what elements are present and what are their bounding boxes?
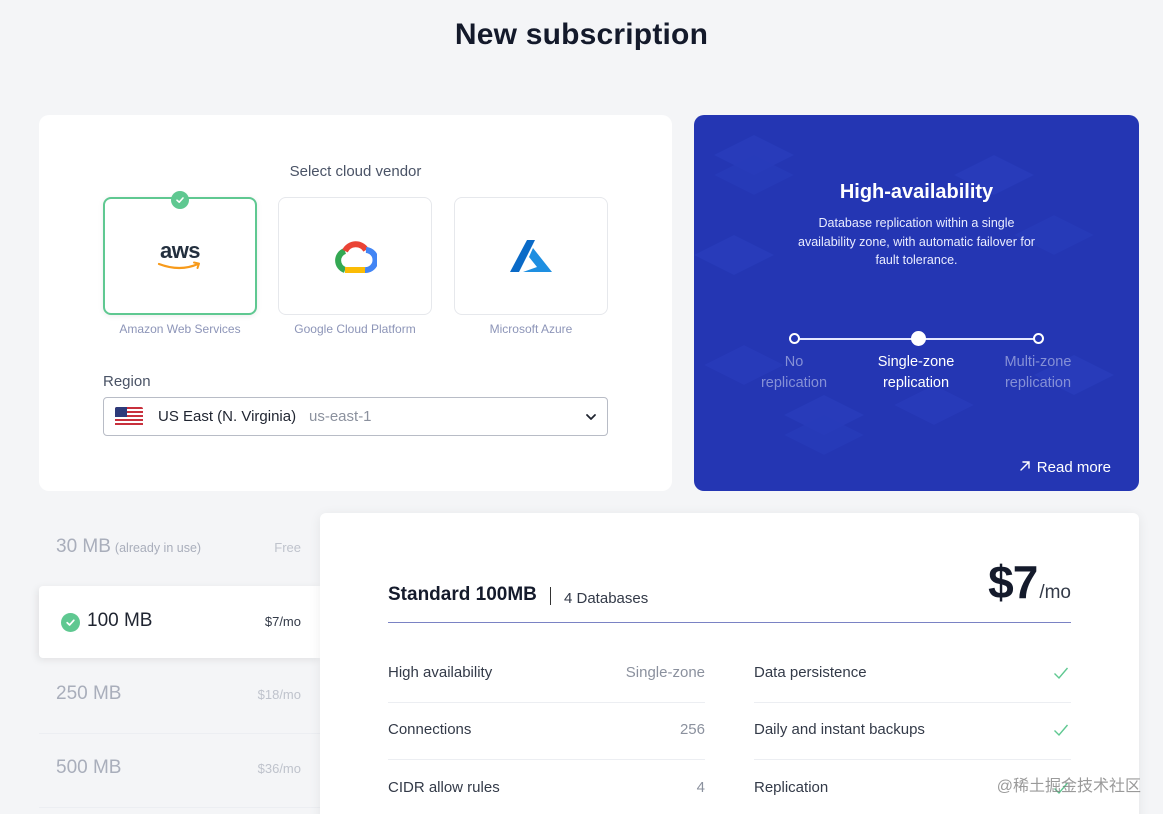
- divider: [550, 587, 551, 605]
- plan-name: Standard 100MB: [388, 584, 537, 605]
- replication-option-multi-zone[interactable]: Multi-zone replication: [983, 352, 1093, 394]
- price-period: /mo: [1039, 582, 1071, 603]
- plan-size: 250 MB: [56, 683, 122, 704]
- azure-logo-icon: [455, 198, 607, 314]
- region-select[interactable]: US East (N. Virginia) us-east-1: [103, 397, 608, 436]
- plan-option-30mb: 30 MB (already in use) Free: [39, 512, 321, 584]
- replication-option-none-dot[interactable]: [789, 333, 800, 344]
- plan-price: Free: [274, 540, 301, 555]
- region-code: us-east-1: [309, 408, 372, 425]
- divider: [388, 622, 1071, 623]
- replication-option-single-zone[interactable]: Single-zone replication: [861, 352, 971, 394]
- external-arrow-icon: [1019, 459, 1031, 476]
- read-more-link[interactable]: Read more: [1019, 459, 1111, 476]
- aws-logo-icon: aws: [105, 199, 255, 313]
- plan-price-display: $7 /mo: [988, 555, 1071, 609]
- divider: [39, 807, 321, 808]
- chevron-down-icon: [585, 410, 597, 428]
- page-title: New subscription: [454, 18, 709, 51]
- ha-description: Database replication within a single ava…: [798, 216, 1035, 267]
- cloud-vendor-card: Select cloud vendor aws Amazon Web Servi…: [39, 115, 672, 491]
- checkmark-icon: [1053, 666, 1069, 684]
- checkmark-icon: [1053, 723, 1069, 741]
- vendor-option-gcp[interactable]: [278, 197, 432, 315]
- plan-price: $18/mo: [257, 687, 301, 702]
- price-amount: $7: [988, 556, 1038, 608]
- plan-size: 500 MB: [56, 757, 122, 778]
- plan-databases: 4 Databases: [564, 590, 649, 607]
- vendor-label-azure: Microsoft Azure: [489, 322, 573, 336]
- feature-daily-backups: Daily and instant backups: [754, 721, 1071, 778]
- plan-size: 100 MB: [87, 610, 153, 631]
- plan-size: 30 MB (already in use): [56, 536, 202, 557]
- plan-option-100mb[interactable]: 100 MB $7/mo: [39, 586, 321, 658]
- us-flag-icon: [115, 407, 143, 427]
- background-pattern: [694, 135, 1114, 455]
- region-label: Region: [103, 373, 151, 390]
- region-value: US East (N. Virginia): [158, 408, 297, 425]
- google-cloud-logo-icon: [279, 198, 431, 314]
- feature-high-availability: High availability Single-zone: [388, 664, 705, 681]
- vendor-heading: Select cloud vendor: [289, 163, 422, 180]
- feature-connections: Connections 256: [388, 721, 705, 738]
- vendor-label-aws: Amazon Web Services: [119, 322, 241, 336]
- divider: [388, 759, 705, 760]
- divider: [388, 702, 705, 703]
- divider: [754, 702, 1071, 703]
- plan-detail-card: Standard 100MB 4 Databases $7 /mo High a…: [320, 513, 1139, 814]
- feature-cidr-allow-rules: CIDR allow rules 4: [388, 779, 705, 796]
- feature-data-persistence: Data persistence: [754, 664, 1071, 721]
- plan-price: $36/mo: [257, 761, 301, 776]
- replication-option-single-zone-dot[interactable]: [911, 331, 926, 346]
- ha-title: High-availability: [839, 181, 994, 203]
- plan-option-500mb[interactable]: 500 MB $36/mo: [39, 733, 321, 805]
- replication-option-multi-zone-dot[interactable]: [1033, 333, 1044, 344]
- vendor-option-azure[interactable]: [454, 197, 608, 315]
- selected-check-icon: [61, 613, 80, 632]
- watermark: @稀土掘金技术社区: [996, 778, 1141, 795]
- plan-option-250mb[interactable]: 250 MB $18/mo: [39, 659, 321, 731]
- replication-option-none[interactable]: No replication: [739, 352, 849, 394]
- high-availability-card: High-availability Database replication w…: [694, 115, 1139, 491]
- plan-price: $7/mo: [264, 614, 301, 629]
- vendor-label-gcp: Google Cloud Platform: [294, 322, 416, 336]
- divider: [754, 759, 1071, 760]
- vendor-option-aws[interactable]: aws: [103, 191, 257, 315]
